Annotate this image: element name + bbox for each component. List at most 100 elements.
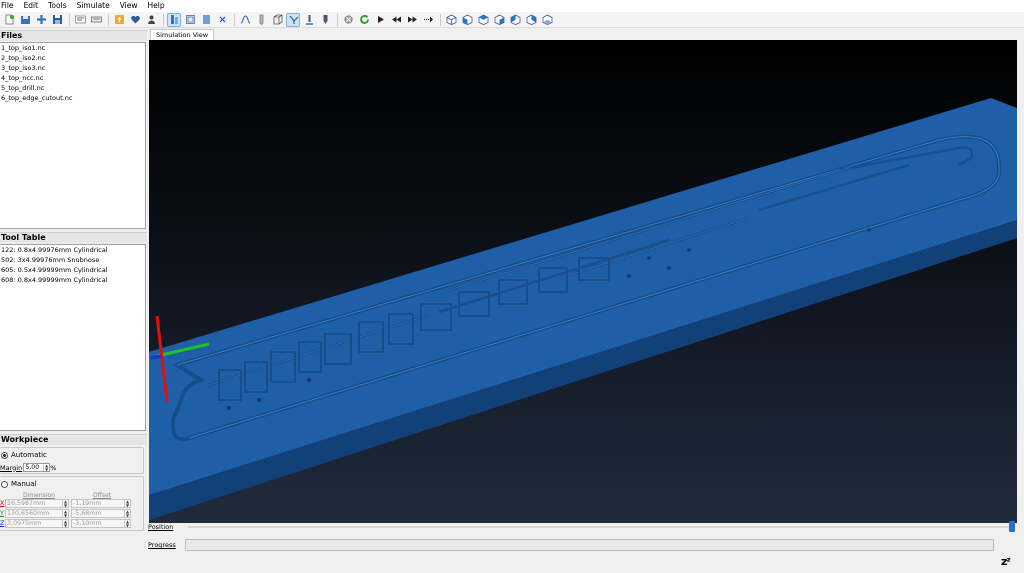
box-button[interactable] xyxy=(270,13,284,27)
offset-z-input[interactable]: -3,10mm ▲ ▼ xyxy=(71,519,131,528)
add-icon xyxy=(36,15,46,24)
fast-forward-button[interactable] xyxy=(405,13,419,27)
keyboard-button[interactable] xyxy=(89,13,103,27)
menu-simulate[interactable]: Simulate xyxy=(76,0,110,12)
view-left-icon xyxy=(494,14,504,25)
radio-checked-icon xyxy=(1,451,8,459)
manual-radio[interactable]: Manual xyxy=(1,480,36,488)
dimension-headers: Dimension Offset xyxy=(8,492,138,499)
offset-y-input[interactable]: -5,68mm ▲ ▼ xyxy=(71,509,131,518)
pencil-button[interactable] xyxy=(254,13,268,27)
menu-view[interactable]: View xyxy=(119,0,138,12)
settings-button[interactable] xyxy=(112,13,126,27)
file-item[interactable]: 5_top_drill.nc xyxy=(0,83,145,93)
rewind-button[interactable] xyxy=(389,13,403,27)
play-button[interactable] xyxy=(373,13,387,27)
view-top-icon xyxy=(478,14,488,25)
spin-arrows-icon[interactable]: ▲ ▼ xyxy=(124,510,130,517)
tool-item[interactable]: 502: 3x4.99976mm Snubnose xyxy=(0,255,145,265)
spin-arrows-icon[interactable]: ▲ ▼ xyxy=(43,464,49,471)
close-icon xyxy=(217,15,227,24)
view-bottom-button[interactable] xyxy=(540,13,554,27)
endmill-button[interactable] xyxy=(302,13,316,27)
disk-icon xyxy=(52,15,62,24)
view-iso-button[interactable] xyxy=(444,13,458,27)
dimension-y-input[interactable]: 130,6560mm ▲ ▼ xyxy=(5,509,69,518)
offset-header: Offset xyxy=(93,492,112,499)
offset-x-value: -1,19mm xyxy=(73,500,102,507)
file-item[interactable]: 6_top_edge_cutout.nc xyxy=(0,93,145,103)
keyboard-icon xyxy=(90,16,102,23)
tool-item[interactable]: 608: 0.8x4.99999mm Cylindrical xyxy=(0,275,145,285)
save-button[interactable] xyxy=(50,13,64,27)
dimension-z-input[interactable]: 3,0975mm ▲ ▼ xyxy=(5,519,69,528)
view-top-button[interactable] xyxy=(476,13,490,27)
automatic-radio[interactable]: Automatic xyxy=(1,451,47,459)
radio-unchecked-icon xyxy=(1,480,8,488)
menu-help[interactable]: Help xyxy=(147,0,165,12)
open-button[interactable] xyxy=(18,13,32,27)
axes-icon xyxy=(289,15,298,24)
menu-edit[interactable]: Edit xyxy=(23,0,39,12)
app-window: File Edit Tools Simulate View Help Files… xyxy=(0,0,1024,573)
offset-z-value: -3,10mm xyxy=(73,520,102,527)
axes-button[interactable] xyxy=(286,12,300,27)
toolbar xyxy=(0,12,1024,28)
files-list[interactable]: 1_top_iso1.nc 2_top_iso2.nc 3_top_iso3.n… xyxy=(0,42,146,229)
axis-row-z: Z 3,0975mm ▲ ▼ -3,10mm ▲ ▼ xyxy=(0,519,131,528)
new-button[interactable] xyxy=(2,13,16,27)
dimension-x-input[interactable]: 16,5987mm ▲ ▼ xyxy=(5,499,69,508)
path-button[interactable] xyxy=(238,13,252,27)
step-button[interactable] xyxy=(421,13,435,27)
position-slider-track[interactable] xyxy=(188,526,1014,528)
spin-arrows-icon[interactable]: ▲ ▼ xyxy=(124,520,130,527)
file-item[interactable]: 4_top_ncc.nc xyxy=(0,73,145,83)
axis-x-line xyxy=(150,354,162,360)
view-right-button[interactable] xyxy=(508,13,522,27)
tool-item[interactable]: 122: 0.8x4.99976mm Cylindrical xyxy=(0,245,145,255)
tool-icon xyxy=(170,15,178,24)
progress-bar xyxy=(185,539,994,551)
close-button[interactable] xyxy=(215,13,229,27)
file-item[interactable]: 1_top_iso1.nc xyxy=(0,43,145,53)
spin-arrows-icon[interactable]: ▲ ▼ xyxy=(124,500,130,507)
add-button[interactable] xyxy=(34,13,48,27)
person-button[interactable] xyxy=(144,13,158,27)
reload-button[interactable] xyxy=(357,13,371,27)
block-button[interactable] xyxy=(199,13,213,27)
simulation-viewport[interactable] xyxy=(149,40,1017,523)
drill-button[interactable] xyxy=(318,13,332,27)
view-left-button[interactable] xyxy=(492,13,506,27)
offset-y-value: -5,68mm xyxy=(73,510,102,517)
spin-arrows-icon[interactable]: ▲ ▼ xyxy=(62,510,68,517)
position-slider-handle[interactable] xyxy=(1009,521,1015,532)
pencil-icon xyxy=(259,14,263,25)
menu-tools[interactable]: Tools xyxy=(47,0,66,12)
spin-arrows-icon[interactable]: ▲ ▼ xyxy=(62,500,68,507)
gcode-button[interactable] xyxy=(73,13,87,27)
axis-row-x: X 16,5987mm ▲ ▼ -1,19mm ▲ ▼ xyxy=(0,499,131,508)
workpiece-icon xyxy=(185,15,195,24)
heart-button[interactable] xyxy=(128,13,142,27)
file-item[interactable]: 3_top_iso3.nc xyxy=(0,63,145,73)
stop-button[interactable] xyxy=(341,13,355,27)
menu-file[interactable]: File xyxy=(0,0,14,12)
save-icon xyxy=(20,16,30,24)
spin-arrows-icon[interactable]: ▲ ▼ xyxy=(62,520,68,527)
view-front-button[interactable] xyxy=(460,13,474,27)
dimension-y-value: 130,6560mm xyxy=(7,510,50,517)
heart-icon xyxy=(130,15,140,24)
workpiece-button[interactable] xyxy=(183,13,197,27)
file-item[interactable]: 2_top_iso2.nc xyxy=(0,53,145,63)
tool-table-list[interactable]: 122: 0.8x4.99976mm Cylindrical 502: 3x4.… xyxy=(0,244,146,431)
offset-x-input[interactable]: -1,19mm ▲ ▼ xyxy=(71,499,131,508)
view-back-button[interactable] xyxy=(524,13,538,27)
block-icon xyxy=(202,15,210,24)
margin-spinbox[interactable]: 5,00 ▲ ▼ xyxy=(23,463,51,472)
tool-item[interactable]: 605: 0.5x4.99999mm Cylindrical xyxy=(0,265,145,275)
manual-label: Manual xyxy=(11,480,37,488)
view-bottom-icon xyxy=(542,14,552,25)
new-icon xyxy=(5,14,14,25)
tool-button[interactable] xyxy=(167,12,181,27)
tab-simulation-view[interactable]: Simulation View xyxy=(150,29,215,40)
